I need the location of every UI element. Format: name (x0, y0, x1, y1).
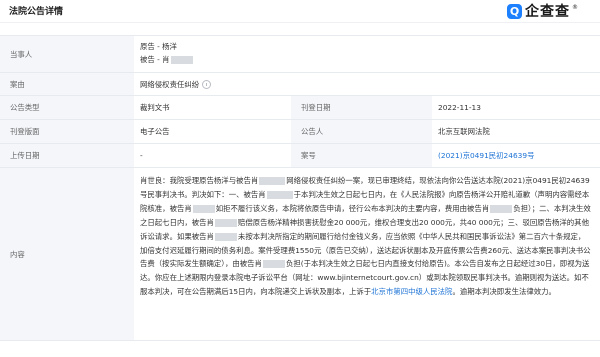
case-number-label: 案号 (291, 144, 432, 167)
upload-date-value: - (140, 151, 143, 160)
row-upload-date: 上传日期 - 案号 (2021)京0491民初24639号 (0, 144, 600, 168)
redacted-name (262, 260, 285, 269)
page-header: 法院公告详情 Q 企查查 ® (0, 0, 600, 23)
party-label: 当事人 (0, 36, 134, 72)
defendant-line: 被告 - 肖 (140, 53, 600, 66)
case-cause-value: 网络侵权责任纠纷 (134, 73, 600, 95)
content-segment: 肖世良：我院受理原告杨洋与被告肖 (140, 176, 259, 185)
redacted-name (192, 204, 215, 213)
case-number-link[interactable]: (2021)京0491民初24639号 (432, 144, 600, 167)
party-value: 原告 - 杨洋 被告 - 肖 (134, 36, 600, 72)
case-cause-text: 网络侵权责任纠纷 (140, 79, 200, 89)
publish-page-label: 刊登版面 (0, 120, 134, 143)
redacted-name (170, 56, 193, 64)
redacted-name (214, 232, 237, 241)
row-content: 内容 肖世良：我院受理原告杨洋与被告肖 网络侵权责任纠纷一案，现已审理终结，现依法… (0, 168, 600, 341)
brand-name: 企查查 (525, 4, 570, 20)
trademark-mark: ® (572, 3, 578, 11)
notice-type-label: 公告类型 (0, 96, 134, 119)
page-title: 法院公告详情 (9, 7, 64, 17)
content-segment: 如拒不履行该义务，本院将依原告申请，径行公布本判决的主要内容，费用由被告肖 (215, 203, 490, 213)
notice-detail-table: 当事人 原告 - 杨洋 被告 - 肖 案由 网络侵权责任纠纷 公告类型 裁判文书… (0, 35, 600, 341)
notice-type-value: 裁判文书 (140, 103, 170, 112)
info-icon[interactable] (202, 79, 212, 89)
appeal-court-link[interactable]: 北京市第四中级人民法院 (371, 287, 452, 296)
qcc-logo-icon: Q (507, 3, 522, 19)
judgment-text: 肖世良：我院受理原告杨洋与被告肖 网络侵权责任纠纷一案，现已审理终结，现依法向你公… (134, 168, 600, 305)
announcer-value: 北京互联网法院 (438, 127, 490, 136)
content-value: 肖世良：我院受理原告杨洋与被告肖 网络侵权责任纠纷一案，现已审理终结，现依法向你公… (134, 168, 600, 340)
row-publish-page: 刊登版面 电子公告 公告人 北京互联网法院 (0, 120, 600, 144)
case-cause-label: 案由 (0, 73, 134, 95)
defendant-text: 被告 - 肖 (140, 55, 170, 64)
announcer-label: 公告人 (291, 120, 432, 143)
publish-date-value: 2022-11-13 (438, 103, 481, 112)
redacted-name (266, 190, 293, 199)
redacted-name (490, 204, 513, 213)
plaintiff-text: 原告 - 杨洋 (140, 42, 177, 51)
publish-date-label: 刊登日期 (291, 96, 432, 119)
content-label: 内容 (0, 168, 134, 340)
brand-logo[interactable]: Q 企查查 ® (507, 1, 578, 21)
content-segment: 。逾期本判决即发生法律效力。 (452, 287, 556, 297)
row-notice-type: 公告类型 裁判文书 刊登日期 2022-11-13 (0, 96, 600, 120)
upload-date-label: 上传日期 (0, 144, 134, 167)
row-case-cause: 案由 网络侵权责任纠纷 (0, 73, 600, 96)
row-party: 当事人 原告 - 杨洋 被告 - 肖 (0, 36, 600, 73)
redacted-name (259, 177, 286, 185)
redacted-name (214, 218, 237, 227)
publish-page-value: 电子公告 (140, 127, 170, 136)
